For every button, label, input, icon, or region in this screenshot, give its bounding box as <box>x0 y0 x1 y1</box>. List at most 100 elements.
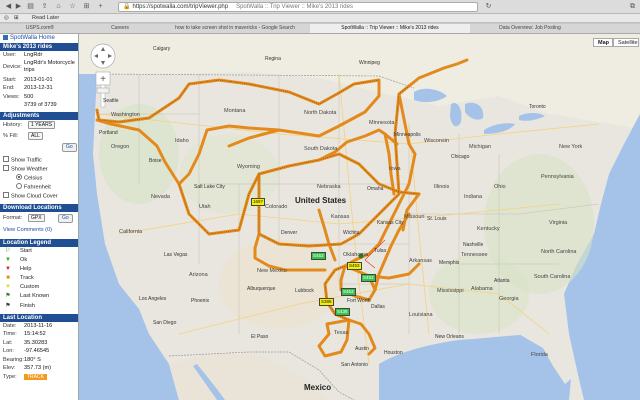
waypoint-tag[interactable]: S453 <box>311 252 326 260</box>
map-type-map-button[interactable]: Map <box>593 38 613 47</box>
tab-careers[interactable]: Careers <box>80 24 161 33</box>
tab-label: Data Overview: Job Posting <box>499 25 561 31</box>
show-weather-row[interactable]: Show Weather <box>0 164 78 174</box>
map-canvas[interactable]: + Map Satellite United States Mexico Was… <box>79 34 640 400</box>
view-comments-link[interactable]: View Comments (0) <box>0 225 78 236</box>
info-value: 2013-01-01 <box>24 76 53 83</box>
show-weather-label: Show Weather <box>11 166 48 172</box>
map-label-state: Illinois <box>434 184 450 190</box>
celsius-radio[interactable] <box>16 173 22 180</box>
tab-overview-icon[interactable]: ⧉ <box>628 3 637 11</box>
bookmarks-bar: ◎ ⊞ Read Later <box>0 14 640 23</box>
type-badge: TRACK <box>24 373 47 380</box>
map-label-state: Colorado <box>265 204 288 210</box>
info-value: 500 <box>24 93 34 100</box>
map-label-state: Washington <box>111 112 140 118</box>
show-weather-checkbox[interactable] <box>3 164 9 171</box>
track-marker-icon: ■ <box>6 275 10 282</box>
legend-finish: ⚑ Finish <box>0 302 78 311</box>
back-icon[interactable]: ◀ <box>4 3 13 11</box>
map-label-state: Nevada <box>151 194 170 200</box>
tab-usps[interactable]: USPS.com® <box>0 24 81 33</box>
waypoint-tag[interactable]: S388 <box>319 298 334 306</box>
last-bearing: Bearing: 180° S <box>0 356 78 365</box>
fill-select[interactable]: ALL <box>28 131 43 140</box>
map-label-city: Calgary <box>153 46 171 52</box>
show-cloud-label: Show Cloud Cover <box>11 193 58 199</box>
share-icon[interactable]: ⇪ <box>40 3 49 11</box>
map-label-state: Wyoming <box>237 164 260 170</box>
pan-control[interactable] <box>90 43 116 69</box>
download-go-button[interactable]: Go <box>58 213 73 223</box>
fahrenheit-row[interactable]: Fahrenheit <box>0 182 78 192</box>
show-traffic-row[interactable]: Show Traffic <box>0 155 78 165</box>
waypoint-tag[interactable]: S436 <box>335 308 350 316</box>
forward-icon[interactable]: ▶ <box>14 3 23 11</box>
bookmarks-icon[interactable]: ☆ <box>68 3 77 11</box>
address-bar[interactable]: 🔒 https://spotwalla.com/tripViewer.php Spo… <box>118 2 478 12</box>
map-type-satellite-button[interactable]: Satellite <box>613 38 639 47</box>
map-label-state: North Carolina <box>541 249 577 255</box>
legend-label: Custom <box>20 284 40 291</box>
tab-label: USPS.com® <box>25 25 55 31</box>
map-label-state: South Dakota <box>304 146 338 152</box>
sidebar-toggle-icon[interactable]: ▤ <box>26 3 35 11</box>
tab-bar: USPS.com® Careers how to take screen sho… <box>0 23 640 34</box>
history-select[interactable]: 1 YEARS <box>28 120 56 129</box>
browser-toolbar: ◀ ▶ ▤ ⇪ ⌂ ☆ ⊞ + 🔒 https://spotwalla.com/t… <box>0 0 640 14</box>
reload-icon[interactable]: ↻ <box>484 3 493 11</box>
tab-google-search[interactable]: how to take screen shot in mavericks - G… <box>160 24 311 33</box>
show-cloud-row[interactable]: Show Cloud Cover <box>0 191 78 201</box>
waypoint-tag[interactable]: S453 <box>341 288 356 296</box>
map-label-state: Florida <box>531 352 548 358</box>
spotwalla-logo-icon <box>3 34 8 40</box>
waypoint-tag[interactable]: S453 <box>347 262 362 270</box>
map-label-state: Ohio <box>494 184 506 190</box>
info-user: User: LngRdr <box>0 51 78 60</box>
info-label: Views: <box>3 93 20 100</box>
info-label: Device: <box>3 63 22 70</box>
map-label-city: Chicago <box>451 154 470 160</box>
map-label-state: Michigan <box>469 144 492 150</box>
format-select[interactable]: GPX <box>28 213 45 222</box>
lake-huron <box>465 102 484 120</box>
celsius-row[interactable]: Celsius <box>0 173 78 183</box>
plus-icon[interactable]: + <box>96 3 105 11</box>
grid-icon[interactable]: ⊞ <box>82 3 91 11</box>
legend-label: Help <box>20 265 32 272</box>
last-label: Type: <box>3 373 17 380</box>
custom-marker-icon: ▼ <box>5 284 11 291</box>
info-value: 2013-12-31 <box>24 85 53 91</box>
bookmark-read-later[interactable]: Read Later <box>32 14 59 22</box>
fahrenheit-radio[interactable] <box>16 182 22 189</box>
map-label-city: Los Angeles <box>139 296 167 302</box>
info-count: 3739 of 3739 <box>0 101 78 110</box>
legend-last-known: ⚑ Last Known <box>0 292 78 301</box>
fahrenheit-label: Fahrenheit <box>24 184 51 190</box>
home-icon[interactable]: ⌂ <box>54 3 63 11</box>
legend-label: Finish <box>20 302 35 309</box>
map-label-state: Virginia <box>549 220 568 226</box>
grid-bookmark-icon[interactable]: ⊞ <box>14 14 19 22</box>
show-cloud-checkbox[interactable] <box>3 191 9 198</box>
tab-spotwalla[interactable]: SpotWalla :: Trip Viewer :: Mike's 2013 … <box>310 24 471 33</box>
map-label-state: Mississippi <box>437 288 464 294</box>
map-label-state: Tennessee <box>461 252 488 258</box>
mexico-land <box>169 354 329 400</box>
map-label-city: New Orleans <box>435 334 464 340</box>
spotwalla-home-link[interactable]: SpotWalla Home <box>0 34 78 43</box>
lake-ontario <box>519 113 545 121</box>
map-label-city: Salt Lake City <box>194 184 225 190</box>
tab-data-overview[interactable]: Data Overview: Job Posting <box>470 24 591 33</box>
waypoint-tag[interactable]: 1697 <box>251 198 266 206</box>
fill-label: % Fill: <box>3 132 19 139</box>
show-traffic-checkbox[interactable] <box>3 155 9 162</box>
reading-list-icon[interactable]: ◎ <box>4 14 9 22</box>
new-tab-button[interactable] <box>590 24 640 33</box>
map-label-state: Louisiana <box>409 312 433 318</box>
map-label-state: Alabama <box>471 286 493 292</box>
waypoint-tag[interactable]: S453 <box>361 274 376 282</box>
adjustments-go-button[interactable]: Go <box>62 142 77 152</box>
svg-text:+: + <box>100 74 106 85</box>
map-label-city: Denver <box>281 230 298 236</box>
